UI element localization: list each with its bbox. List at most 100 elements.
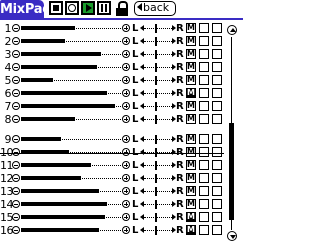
volume-up-icon[interactable] <box>122 174 130 182</box>
back-button[interactable]: back <box>134 1 176 16</box>
volume-up-icon[interactable] <box>122 135 130 143</box>
volume-down-icon[interactable] <box>12 50 20 58</box>
pan-slider-knob[interactable] <box>155 213 157 222</box>
pan-slider-track[interactable] <box>144 28 172 29</box>
mute-checkbox[interactable]: M <box>186 173 196 183</box>
pan-slider-track[interactable] <box>144 67 172 68</box>
volume-slider-fill[interactable] <box>21 228 99 232</box>
record-arm-checkbox[interactable] <box>212 225 222 235</box>
volume-down-icon[interactable] <box>12 187 20 195</box>
pan-slider-track[interactable] <box>144 230 172 231</box>
volume-up-icon[interactable] <box>122 50 130 58</box>
solo-checkbox[interactable] <box>199 212 209 222</box>
volume-up-icon[interactable] <box>122 63 130 71</box>
volume-slider-fill[interactable] <box>21 65 97 69</box>
mute-checkbox[interactable]: M <box>186 114 196 124</box>
record-arm-checkbox[interactable] <box>212 147 222 157</box>
volume-up-icon[interactable] <box>122 213 130 221</box>
pan-slider-knob[interactable] <box>155 24 157 33</box>
volume-slider-fill[interactable] <box>21 104 115 108</box>
volume-up-icon[interactable] <box>122 102 130 110</box>
pan-slider-knob[interactable] <box>155 89 157 98</box>
lock-button[interactable] <box>115 1 129 17</box>
solo-checkbox[interactable] <box>199 160 209 170</box>
pause-button[interactable] <box>97 1 111 15</box>
volume-up-icon[interactable] <box>122 24 130 32</box>
record-arm-checkbox[interactable] <box>212 23 222 33</box>
solo-checkbox[interactable] <box>199 101 209 111</box>
pan-slider-knob[interactable] <box>155 161 157 170</box>
record-arm-checkbox[interactable] <box>212 114 222 124</box>
volume-slider-fill[interactable] <box>21 137 61 141</box>
volume-down-icon[interactable] <box>12 37 20 45</box>
pan-slider-knob[interactable] <box>155 50 157 59</box>
volume-down-icon[interactable] <box>12 161 20 169</box>
solo-checkbox[interactable] <box>199 186 209 196</box>
pan-slider-knob[interactable] <box>155 226 157 235</box>
pan-slider-track[interactable] <box>144 106 172 107</box>
solo-checkbox[interactable] <box>199 134 209 144</box>
record-arm-checkbox[interactable] <box>212 36 222 46</box>
pan-slider-track[interactable] <box>144 93 172 94</box>
mute-checkbox[interactable]: M <box>186 134 196 144</box>
mute-checkbox[interactable]: M <box>186 36 196 46</box>
record-arm-checkbox[interactable] <box>212 62 222 72</box>
stop-button[interactable] <box>49 1 63 15</box>
pan-slider-track[interactable] <box>144 139 172 140</box>
mute-checkbox[interactable]: M <box>186 88 196 98</box>
volume-down-icon[interactable] <box>12 76 20 84</box>
solo-checkbox[interactable] <box>199 173 209 183</box>
mute-checkbox[interactable]: M <box>186 199 196 209</box>
volume-slider-fill[interactable] <box>21 52 101 56</box>
volume-down-icon[interactable] <box>12 115 20 123</box>
mute-checkbox[interactable]: M <box>186 23 196 33</box>
mute-checkbox[interactable]: M <box>186 75 196 85</box>
scroll-thumb[interactable] <box>229 123 234 220</box>
volume-slider-fill[interactable] <box>21 163 91 167</box>
pan-slider-track[interactable] <box>144 178 172 179</box>
solo-checkbox[interactable] <box>199 23 209 33</box>
solo-checkbox[interactable] <box>199 225 209 235</box>
volume-slider-fill[interactable] <box>21 189 99 193</box>
mute-checkbox[interactable]: M <box>186 160 196 170</box>
pan-slider-knob[interactable] <box>155 76 157 85</box>
volume-up-icon[interactable] <box>122 161 130 169</box>
pan-slider-knob[interactable] <box>155 174 157 183</box>
pan-slider-track[interactable] <box>144 165 172 166</box>
record-arm-checkbox[interactable] <box>212 160 222 170</box>
solo-checkbox[interactable] <box>199 114 209 124</box>
scroll-down-icon[interactable] <box>227 231 237 241</box>
record-arm-checkbox[interactable] <box>212 186 222 196</box>
volume-slider-fill[interactable] <box>21 26 75 30</box>
volume-up-icon[interactable] <box>122 115 130 123</box>
mute-checkbox[interactable]: M <box>186 147 196 157</box>
volume-down-icon[interactable] <box>12 89 20 97</box>
volume-down-icon[interactable] <box>12 200 20 208</box>
record-arm-checkbox[interactable] <box>212 173 222 183</box>
mute-checkbox[interactable]: M <box>186 186 196 196</box>
record-arm-checkbox[interactable] <box>212 101 222 111</box>
volume-down-icon[interactable] <box>12 102 20 110</box>
volume-up-icon[interactable] <box>122 200 130 208</box>
record-button[interactable] <box>65 1 79 15</box>
volume-up-icon[interactable] <box>122 76 130 84</box>
record-arm-checkbox[interactable] <box>212 199 222 209</box>
pan-slider-knob[interactable] <box>155 135 157 144</box>
volume-down-icon[interactable] <box>12 63 20 71</box>
pan-slider-knob[interactable] <box>155 115 157 124</box>
volume-up-icon[interactable] <box>122 148 130 156</box>
volume-slider-fill[interactable] <box>21 215 105 219</box>
volume-slider-fill[interactable] <box>21 91 107 95</box>
scrollbar[interactable] <box>226 22 240 242</box>
record-arm-checkbox[interactable] <box>212 49 222 59</box>
mute-checkbox[interactable]: M <box>186 101 196 111</box>
play-button[interactable] <box>81 1 95 15</box>
mute-checkbox[interactable]: M <box>186 62 196 72</box>
solo-checkbox[interactable] <box>199 199 209 209</box>
pan-slider-track[interactable] <box>144 54 172 55</box>
record-arm-checkbox[interactable] <box>212 75 222 85</box>
scroll-up-icon[interactable] <box>227 25 237 35</box>
mute-checkbox[interactable]: M <box>186 225 196 235</box>
volume-slider-fill[interactable] <box>21 78 53 82</box>
record-arm-checkbox[interactable] <box>212 134 222 144</box>
